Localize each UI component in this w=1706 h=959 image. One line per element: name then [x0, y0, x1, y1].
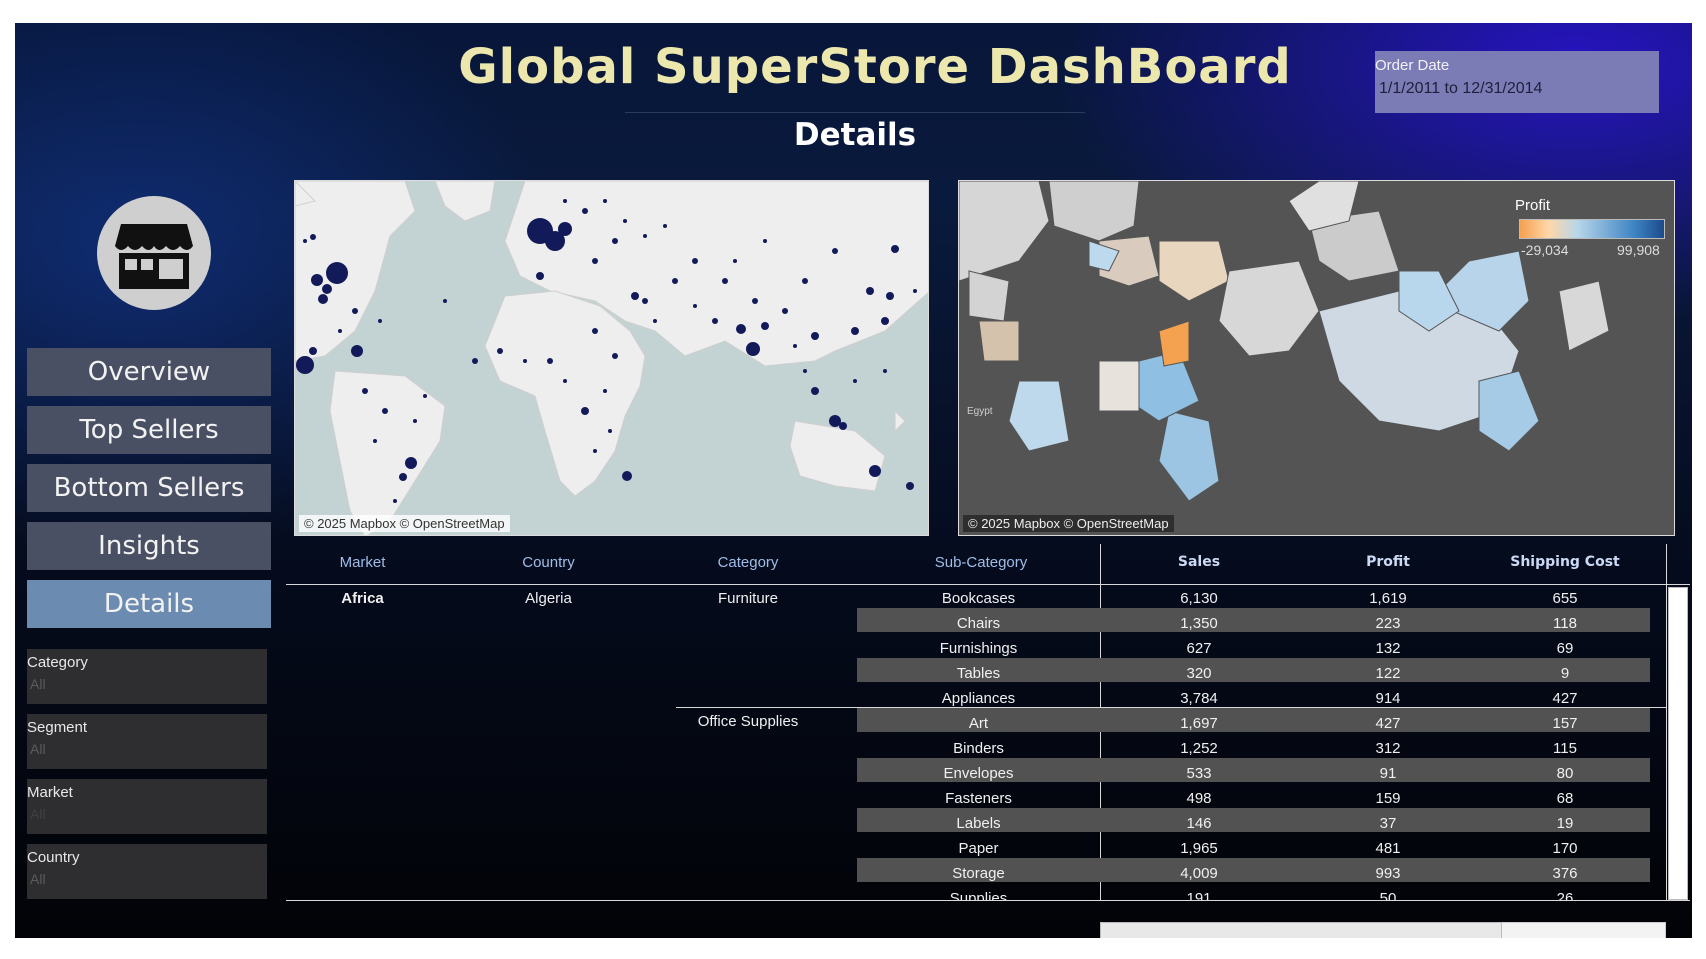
- sales-cell: 1,965: [1180, 840, 1218, 857]
- order-date-label: Order Date: [1375, 57, 1450, 74]
- market-header[interactable]: Market: [286, 554, 439, 571]
- sales-header[interactable]: Sales: [1100, 554, 1298, 570]
- country-filter-label: Country: [27, 849, 80, 866]
- sub-category-cell: Art: [968, 715, 989, 732]
- sales-cell: 1,697: [1180, 715, 1218, 732]
- market-cell: Africa: [341, 590, 384, 607]
- dashboard-title: Global SuperStore DashBoard: [458, 39, 1292, 95]
- world-map-graphic: [295, 181, 928, 535]
- segment-filter-label: Segment: [27, 719, 88, 736]
- segment-filter[interactable]: Segment All: [27, 714, 267, 769]
- market-filter-label: Market: [27, 784, 73, 801]
- country-filter[interactable]: Country All: [27, 844, 267, 899]
- header-divider: [286, 584, 1690, 585]
- shipping-cost-cell: 26: [1556, 890, 1574, 900]
- sub-category-cell: Fasteners: [945, 790, 1012, 807]
- sales-cell: 498: [1186, 790, 1212, 807]
- right-map-credit: © 2025 Mapbox © OpenStreetMap: [963, 515, 1174, 532]
- order-date-filter[interactable]: Order Date 1/1/2011 to 12/31/2014: [1375, 51, 1659, 113]
- left-map-credit: © 2025 Mapbox © OpenStreetMap: [299, 515, 510, 532]
- order-date-value[interactable]: 1/1/2011 to 12/31/2014: [1379, 80, 1542, 98]
- sales-cell: 3,784: [1180, 690, 1218, 707]
- table-vertical-scrollbar[interactable]: [1668, 587, 1688, 900]
- shipping-cost-cell: 655: [1552, 590, 1578, 607]
- nav-details-button[interactable]: Details: [27, 580, 271, 628]
- country-filter-value[interactable]: All: [30, 871, 46, 887]
- shipping-cost-cell: 69: [1556, 640, 1574, 657]
- shipping-cost-cell: 68: [1556, 790, 1574, 807]
- nav-top-sellers-button[interactable]: Top Sellers: [27, 406, 271, 454]
- segment-filter-value[interactable]: All: [30, 741, 46, 757]
- sales-cell: 627: [1186, 640, 1212, 657]
- sub-category-cell: Furnishings: [939, 640, 1018, 657]
- shipping-cost-cell: 427: [1552, 690, 1578, 707]
- nav-overview-button[interactable]: Overview: [27, 348, 271, 396]
- shipping-cost-cell: 115: [1553, 740, 1577, 757]
- sales-cell: 533: [1186, 765, 1212, 782]
- sub-category-cell: Bookcases: [941, 590, 1016, 607]
- shipping-cost-cell: 9: [1560, 665, 1570, 682]
- sales-cell: 4,009: [1180, 865, 1218, 882]
- sub-category-cell: Supplies: [949, 890, 1008, 900]
- profit-legend-min: -29,034: [1521, 242, 1569, 258]
- market-filter[interactable]: Market All: [27, 779, 267, 834]
- profit-legend-bar: [1519, 219, 1665, 239]
- sub-category-cell: Labels: [956, 815, 1001, 832]
- shipping-cost-cell: 170: [1552, 840, 1578, 857]
- market-filter-value[interactable]: All: [30, 806, 46, 822]
- sales-cell: 6,130: [1180, 590, 1218, 607]
- title-divider: [625, 112, 1085, 113]
- nav-insights-button[interactable]: Insights: [27, 522, 271, 570]
- shipping-cost-header[interactable]: Shipping Cost: [1458, 554, 1672, 570]
- page-subtitle: Details: [793, 117, 917, 153]
- country-cell: Algeria: [525, 590, 572, 607]
- category-filter-label: Category: [27, 654, 88, 671]
- sub-category-cell: Paper: [958, 840, 999, 857]
- country-header[interactable]: Country: [439, 554, 658, 571]
- sub-category-cell: Tables: [956, 665, 1001, 682]
- category-cell-furniture: Furniture: [717, 590, 779, 607]
- sales-cell: 191: [1186, 890, 1212, 900]
- shipping-cost-cell: 19: [1556, 815, 1574, 832]
- horizontal-scroll-thumb[interactable]: [1100, 922, 1502, 938]
- details-table: Market Country Category Sub-Category Sal…: [286, 544, 1692, 938]
- sub-category-cell: Chairs: [956, 615, 1001, 632]
- profit-choropleth-map[interactable]: Egypt Profit -29,034 99,908 © 2025 Mapbo…: [958, 180, 1675, 536]
- table-bottom-line: [286, 900, 1690, 901]
- profit-legend-title: Profit: [1515, 197, 1551, 214]
- sales-cell: 1,252: [1180, 740, 1218, 757]
- category-filter-value[interactable]: All: [30, 676, 46, 692]
- shipping-cost-cell: 157: [1552, 715, 1578, 732]
- category-header[interactable]: Category: [658, 554, 838, 571]
- egypt-map-label: Egypt: [967, 406, 993, 417]
- sub-category-cell: Appliances: [941, 690, 1016, 707]
- sales-cell: 1,350: [1180, 615, 1218, 632]
- shipping-cost-cell: 80: [1556, 765, 1574, 782]
- category-cell-office-supplies: Office Supplies: [697, 713, 799, 730]
- sub-category-cell: Binders: [953, 740, 1004, 757]
- sales-cell: 320: [1186, 665, 1212, 682]
- sub-category-cell: Envelopes: [943, 765, 1014, 782]
- sales-cell: 146: [1186, 815, 1212, 832]
- store-icon: [97, 196, 211, 310]
- dashboard: Global SuperStore DashBoard Details Orde…: [15, 23, 1692, 938]
- sub-category-header[interactable]: Sub-Category: [838, 554, 1124, 571]
- nav-bottom-sellers-button[interactable]: Bottom Sellers: [27, 464, 271, 512]
- category-filter[interactable]: Category All: [27, 649, 267, 704]
- world-sales-map[interactable]: © 2025 Mapbox © OpenStreetMap: [294, 180, 929, 536]
- shipping-cost-cell: 376: [1552, 865, 1578, 882]
- shipping-cost-cell: 118: [1553, 615, 1577, 632]
- sub-category-cell: Storage: [952, 865, 1005, 882]
- profit-legend-max: 99,908: [1617, 242, 1660, 258]
